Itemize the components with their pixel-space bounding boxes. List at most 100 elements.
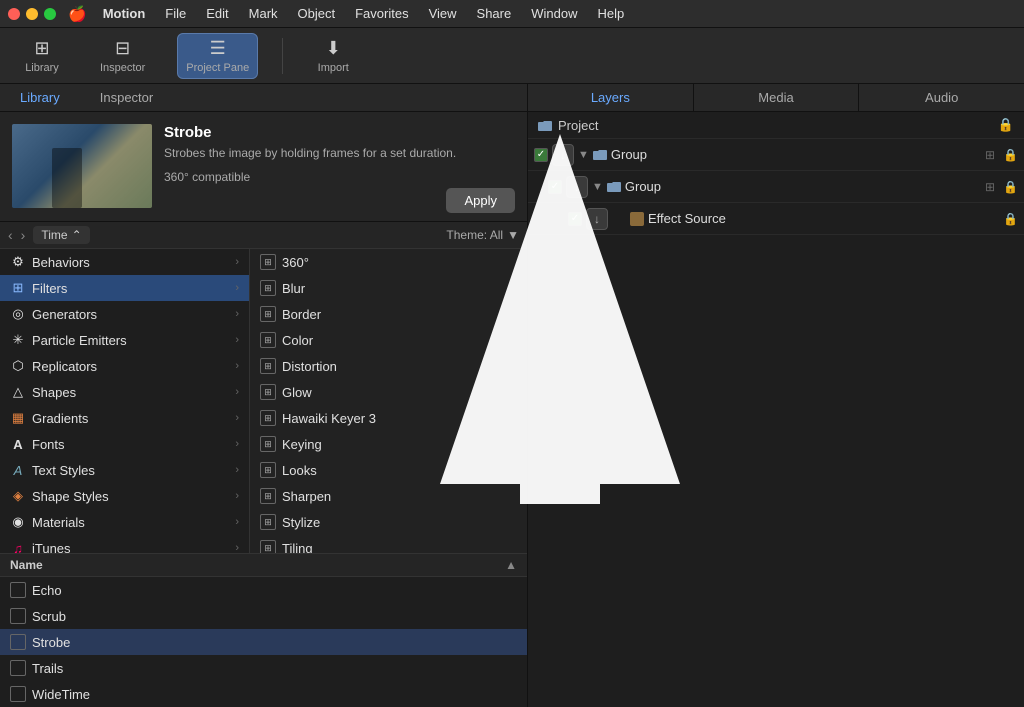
subcat-hawaiki[interactable]: ⊞ Hawaiki Keyer 3 (250, 405, 527, 431)
fullscreen-button[interactable] (44, 8, 56, 20)
name-section-scroll-up[interactable]: ▲ (505, 558, 517, 572)
subcat-glow[interactable]: ⊞ Glow (250, 379, 527, 405)
project-lock-icon: 🔒 (998, 117, 1014, 133)
effect-source-lock[interactable]: 🔒 (1003, 212, 1018, 226)
menu-object[interactable]: Object (290, 4, 344, 23)
category-item-itunes[interactable]: ♫ iTunes › (0, 535, 249, 553)
minimize-button[interactable] (26, 8, 38, 20)
generators-arrow: › (235, 308, 239, 320)
shape-styles-icon: ◈ (10, 488, 26, 504)
subcat-border[interactable]: ⊞ Border (250, 301, 527, 327)
menu-edit[interactable]: Edit (198, 4, 236, 23)
name-item-strobe[interactable]: Strobe (0, 629, 527, 655)
subcat-looks[interactable]: ⊞ Looks (250, 457, 527, 483)
menu-file[interactable]: File (157, 4, 194, 23)
category-item-generators[interactable]: ◎ Generators › (0, 301, 249, 327)
group2-checkbox[interactable]: ✓ (548, 180, 562, 194)
category-item-particle-emitters[interactable]: ✳ Particle Emitters › (0, 327, 249, 353)
subcat-blur[interactable]: ⊞ Blur (250, 275, 527, 301)
nav-forward-arrow[interactable]: › (21, 227, 26, 243)
subcat-360-icon: ⊞ (260, 254, 276, 270)
menu-view[interactable]: View (421, 4, 465, 23)
project-pane-toolbar-btn[interactable]: ☰ Project Pane (177, 33, 258, 79)
category-item-behaviors[interactable]: ⚙ Behaviors › (0, 249, 249, 275)
category-label-behaviors: Behaviors (32, 255, 90, 270)
theme-dropdown[interactable]: Theme: All ▼ (446, 228, 519, 242)
menu-mark[interactable]: Mark (241, 4, 286, 23)
menubar: 🍎 Motion File Edit Mark Object Favorites… (0, 0, 1024, 28)
menu-help[interactable]: Help (589, 4, 632, 23)
subcat-distortion[interactable]: ⊞ Distortion (250, 353, 527, 379)
subcat-360[interactable]: ⊞ 360° (250, 249, 527, 275)
name-item-echo[interactable]: Echo (0, 577, 527, 603)
group1-expand[interactable]: ▼ (578, 149, 589, 161)
tab-library[interactable]: Library (0, 84, 80, 111)
category-label-replicators: Replicators (32, 359, 97, 374)
subcat-keying[interactable]: ⊞ Keying (250, 431, 527, 457)
behaviors-icon: ⚙ (10, 254, 26, 270)
inspector-toolbar-btn[interactable]: ⊟ Inspector (92, 34, 153, 78)
group1-lock[interactable]: 🔒 (1003, 148, 1018, 162)
category-item-shape-styles[interactable]: ◈ Shape Styles › (0, 483, 249, 509)
effect-source-down-btn[interactable]: ↓ (586, 208, 608, 230)
effect-source-checkbox[interactable]: ✓ (568, 212, 582, 226)
group2-expand[interactable]: ▼ (592, 181, 603, 193)
name-item-trails[interactable]: Trails (0, 655, 527, 681)
preview-thumbnail (12, 124, 152, 208)
menu-window[interactable]: Window (523, 4, 585, 23)
apple-menu[interactable]: 🍎 (68, 5, 87, 23)
tab-media[interactable]: Media (694, 84, 860, 111)
close-button[interactable] (8, 8, 20, 20)
group2-more[interactable]: ⊞ (985, 180, 995, 194)
category-item-shapes[interactable]: △ Shapes › (0, 379, 249, 405)
subcat-label-distortion: Distortion (282, 359, 337, 374)
library-toolbar-btn[interactable]: ⊞ Library (16, 34, 68, 78)
category-item-fonts[interactable]: A Fonts › (0, 431, 249, 457)
layer-row-group1: ✓ ↓ ▼ Group ⊞ 🔒 (528, 139, 1024, 171)
name-section: Name ▲ Echo Scrub Strobe Trails (0, 553, 527, 707)
name-item-scrub[interactable]: Scrub (0, 603, 527, 629)
subcat-tiling[interactable]: ⊞ Tiling (250, 535, 527, 553)
group1-checkbox[interactable]: ✓ (534, 148, 548, 162)
menu-favorites[interactable]: Favorites (347, 4, 416, 23)
subcat-color[interactable]: ⊞ Color (250, 327, 527, 353)
category-dropdown[interactable]: Time ⌃ (33, 226, 89, 244)
library-btn-label: Library (25, 62, 59, 74)
name-label-trails: Trails (32, 661, 63, 676)
project-pane-btn-label: Project Pane (186, 62, 249, 74)
category-item-text-styles[interactable]: A Text Styles › (0, 457, 249, 483)
project-pane-icon: ☰ (210, 38, 226, 59)
category-label-gradients: Gradients (32, 411, 88, 426)
tab-audio[interactable]: Audio (859, 84, 1024, 111)
subcat-border-icon: ⊞ (260, 306, 276, 322)
tab-layers[interactable]: Layers (528, 84, 694, 111)
category-item-replicators[interactable]: ⬡ Replicators › (0, 353, 249, 379)
import-toolbar-btn[interactable]: ⬇ Import (307, 34, 359, 78)
group1-down-btn[interactable]: ↓ (552, 144, 574, 166)
group2-down-btn[interactable]: ↓ (566, 176, 588, 198)
app-name[interactable]: Motion (95, 4, 154, 23)
group2-lock[interactable]: 🔒 (1003, 180, 1018, 194)
text-styles-icon: A (10, 462, 26, 478)
nav-back-arrow[interactable]: ‹ (8, 227, 13, 243)
tab-inspector[interactable]: Inspector (80, 84, 173, 111)
group1-more[interactable]: ⊞ (985, 148, 995, 162)
name-label-scrub: Scrub (32, 609, 66, 624)
library-icon: ⊞ (34, 38, 49, 59)
subcat-stylize[interactable]: ⊞ Stylize (250, 509, 527, 535)
category-label-shape-styles: Shape Styles (32, 489, 109, 504)
subcat-looks-icon: ⊞ (260, 462, 276, 478)
category-item-gradients[interactable]: ▦ Gradients › (0, 405, 249, 431)
menu-share[interactable]: Share (469, 4, 520, 23)
apply-button[interactable]: Apply (446, 188, 515, 213)
category-item-filters[interactable]: ⊞ Filters › (0, 275, 249, 301)
group1-folder-icon (593, 149, 607, 160)
subcat-label-sharpen: Sharpen (282, 489, 331, 504)
layer-row-effect-source: ✓ ↓ Effect Source 🔒 (528, 203, 1024, 235)
particle-emitters-arrow: › (235, 334, 239, 346)
itunes-arrow: › (235, 542, 239, 553)
subcat-sharpen[interactable]: ⊞ Sharpen (250, 483, 527, 509)
subcat-label-hawaiki: Hawaiki Keyer 3 (282, 411, 376, 426)
name-item-widetime[interactable]: WideTime (0, 681, 527, 707)
category-item-materials[interactable]: ◉ Materials › (0, 509, 249, 535)
